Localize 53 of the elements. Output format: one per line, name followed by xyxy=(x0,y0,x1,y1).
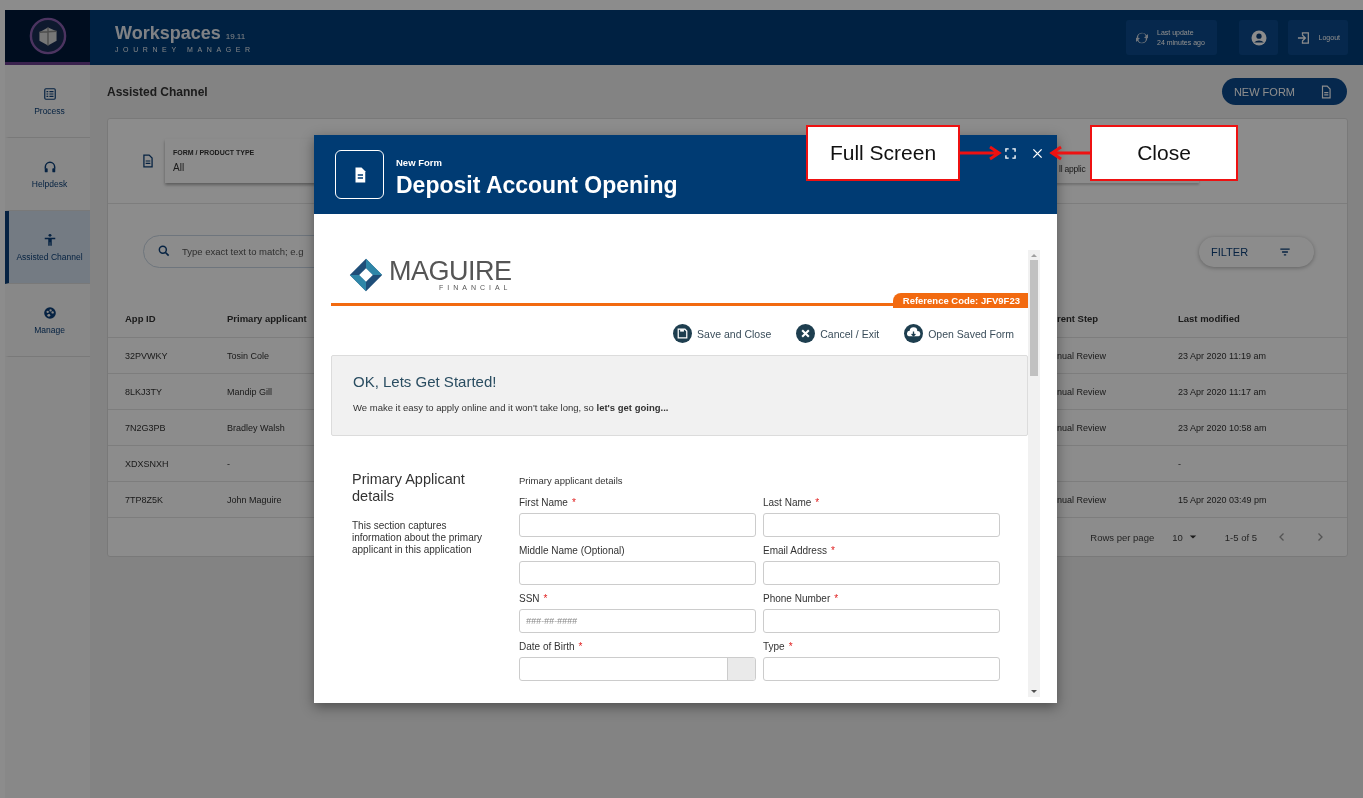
rows-per-page-label: Rows per page xyxy=(1090,531,1155,543)
dialog-title: Deposit Account Opening xyxy=(396,171,678,199)
field-label: Last Name xyxy=(763,497,812,508)
column-header: Primary applicant xyxy=(227,312,308,324)
page-title: Assisted Channel xyxy=(107,84,208,99)
table-cell-text: - xyxy=(1178,458,1182,469)
required-mark: * xyxy=(834,593,839,604)
table-cell-text: - xyxy=(227,458,231,469)
required-mark: * xyxy=(815,497,820,508)
required-mark: * xyxy=(578,641,583,652)
table-cell: nual Review xyxy=(1057,386,1107,397)
table-cell-text: Tosin Cole xyxy=(227,350,271,361)
field-label: First Name xyxy=(519,497,568,508)
callout-label: Full Screen xyxy=(806,125,960,181)
app-title: Workspaces xyxy=(115,22,221,44)
field-label: Phone Number xyxy=(763,593,831,604)
field-label: Middle Name (Optional) xyxy=(519,545,625,556)
required-mark: * xyxy=(571,497,576,508)
table-cell-text: 23 Apr 2020 10:58 am xyxy=(1178,422,1268,433)
table-cell-text: 23 Apr 2020 11:17 am xyxy=(1178,386,1267,397)
section-description: This section captures information about the primary applicant in this application xyxy=(352,520,484,556)
intro-text: We make it easy to apply online and it won't take long, so let's get going... xyxy=(353,402,670,413)
section-title: Primary Applicant details xyxy=(352,471,466,505)
table-cell-text: John Maguire xyxy=(227,494,283,505)
required-mark: * xyxy=(830,545,835,556)
column-header: Last modified xyxy=(1178,312,1241,324)
callout-label: Close xyxy=(1090,125,1238,181)
field-label: Email Address xyxy=(763,545,827,556)
reference-code-tag: Reference Code: JFV9F23 xyxy=(892,293,1028,308)
page-range: 1-5 of 5 xyxy=(1224,531,1257,543)
field-label: Date of Birth xyxy=(519,641,575,652)
app-version: 19.11 xyxy=(225,31,246,41)
column-header: rent Step xyxy=(1057,312,1100,324)
table-cell-text: 7TP8Z5K xyxy=(125,494,165,505)
intro-heading: OK, Lets Get Started! xyxy=(353,373,498,390)
table-cell-text: Bradley Walsh xyxy=(227,422,286,433)
group-label: Primary applicant details xyxy=(519,475,624,486)
required-mark: * xyxy=(543,593,548,604)
dialog-kicker: New Form xyxy=(396,156,443,168)
table-cell: nual Review xyxy=(1057,422,1107,433)
table-cell: nual Review xyxy=(1057,494,1107,505)
table-cell-text: 15 Apr 2020 03:49 pm xyxy=(1178,494,1268,505)
field-label: Type xyxy=(763,641,785,652)
table-cell-text: 32PVWKY xyxy=(125,350,169,361)
table-cell-text: 8LKJ3TY xyxy=(125,386,164,397)
table-cell-text: Mandip Gill xyxy=(227,386,274,397)
required-mark: * xyxy=(788,641,793,652)
table-cell: nual Review xyxy=(1057,350,1107,361)
field-label: SSN xyxy=(519,593,540,604)
column-header: App ID xyxy=(125,312,157,324)
table-cell-text: 7N2G3PB xyxy=(125,422,167,433)
table-cell-text: 23 Apr 2020 11:19 am xyxy=(1178,350,1267,361)
table-cell-text: XDXSNXH xyxy=(125,458,170,469)
